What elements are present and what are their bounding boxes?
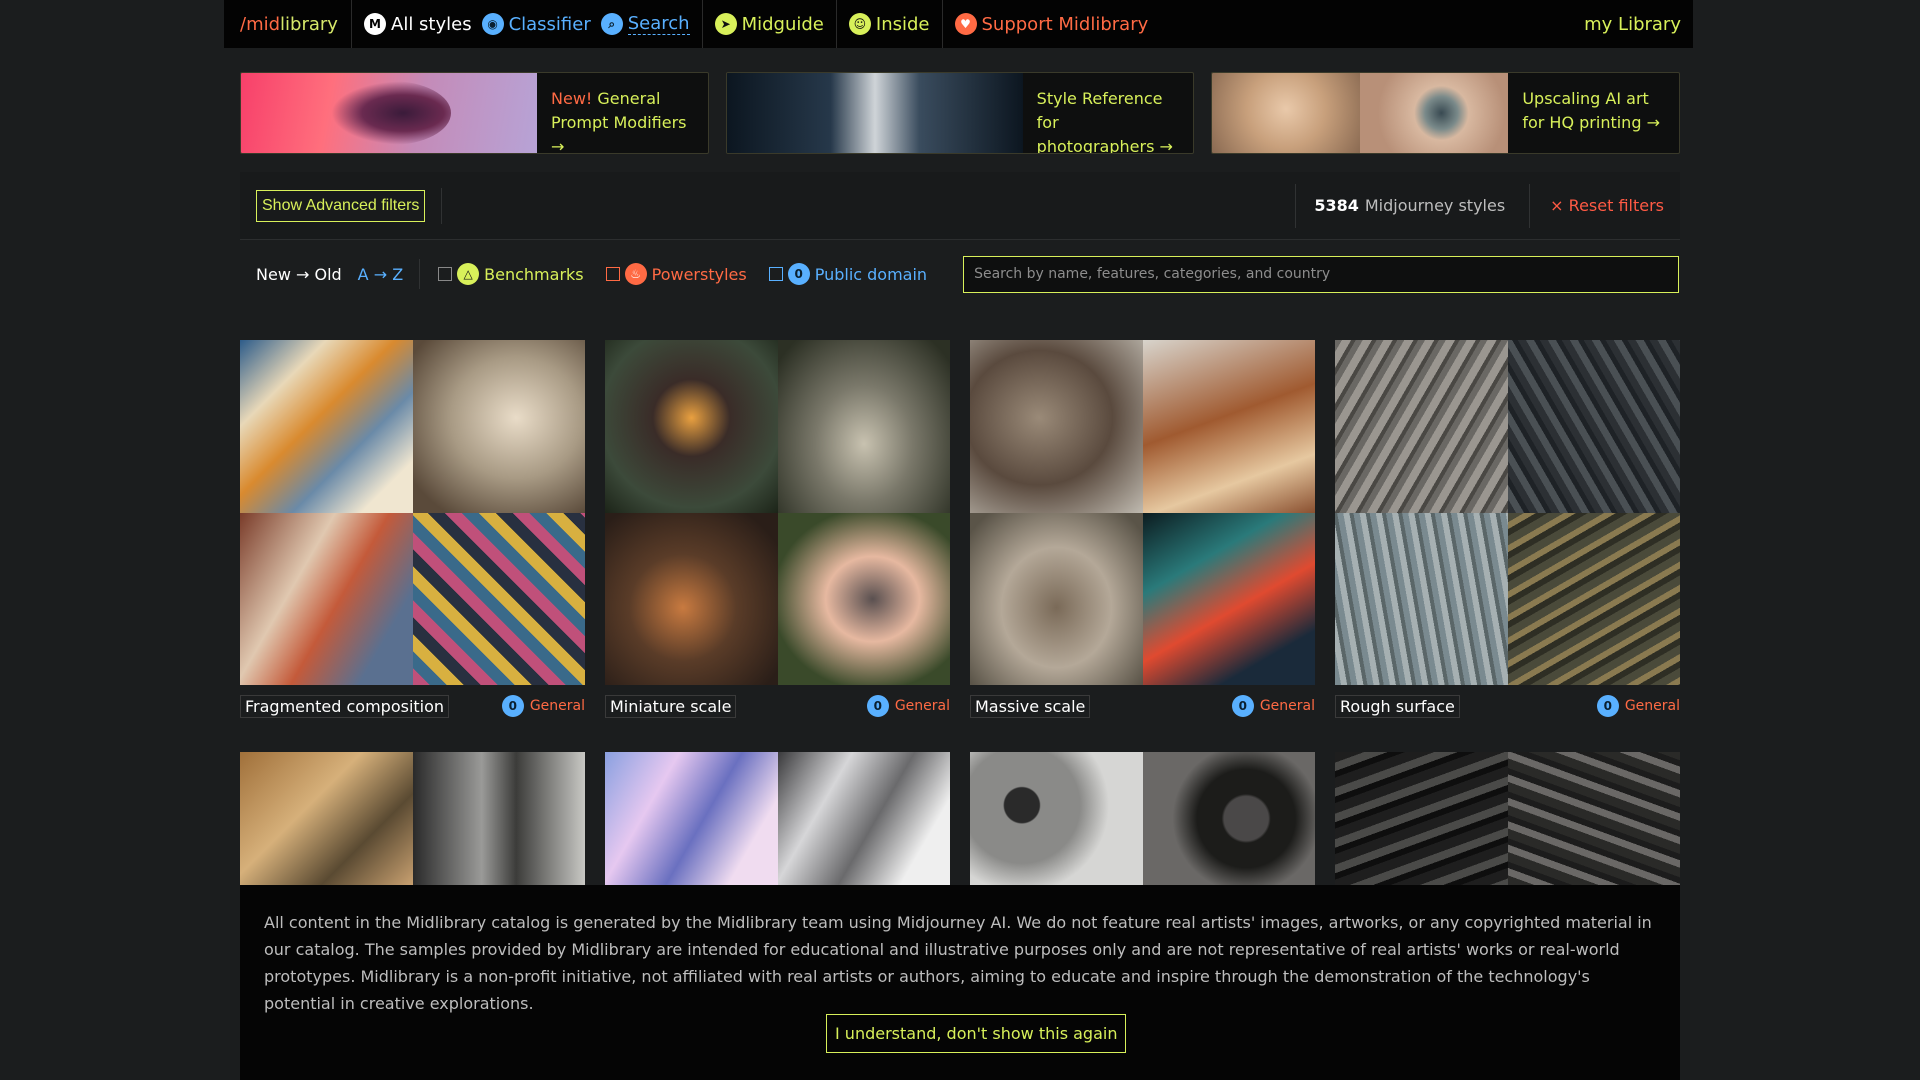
nav-group-support: ♥ Support Midlibrary <box>943 0 1161 48</box>
promo-prompt-modifiers[interactable]: New! General Prompt Modifiers → <box>240 72 709 154</box>
style-thumbnail[interactable] <box>605 752 950 885</box>
midlibrary-icon: M <box>364 13 386 35</box>
disclaimer-text: All content in the Midlibrary catalog is… <box>264 913 1652 1013</box>
style-name[interactable]: Rough surface <box>1335 695 1460 718</box>
sort-new-old[interactable]: New → Old <box>256 265 342 284</box>
search-input[interactable] <box>963 255 1680 293</box>
nav-all-styles[interactable]: M All styles <box>364 13 472 35</box>
style-card[interactable]: Fragmented composition 0 General <box>240 340 585 752</box>
powerstyles-checkbox[interactable] <box>605 267 620 281</box>
styles-count: 5384 Midjourney styles <box>1295 183 1531 228</box>
style-thumbnail[interactable] <box>970 752 1315 885</box>
nav-support[interactable]: ♥ Support Midlibrary <box>954 13 1148 35</box>
style-category[interactable]: 0 General <box>501 695 585 717</box>
styles-grid: Fragmented composition 0 General Miniatur… <box>240 340 1680 885</box>
filter-bar: Show Advanced filters 5384 Midjourney st… <box>240 172 1680 240</box>
nav-search[interactable]: ⌕ Search <box>600 13 690 35</box>
divider <box>441 187 443 224</box>
public-domain-icon: 0 <box>866 695 889 717</box>
benchmark-icon: △ <box>457 263 480 285</box>
sort-bar: New → Old A → Z △ Benchmarks ♨ Powerstyl… <box>240 248 1680 300</box>
style-category[interactable]: 0 General <box>866 695 950 717</box>
style-card[interactable]: Miniature scale 0 General <box>605 340 950 752</box>
style-category[interactable]: 0 General <box>1231 695 1315 717</box>
style-thumbnail[interactable] <box>1335 340 1680 685</box>
reset-filters-link[interactable]: × Reset filters <box>1530 196 1664 215</box>
nav-group-inside: ☺ Inside <box>837 0 943 48</box>
promo-upscaling[interactable]: Upscaling AI art for HQ printing → <box>1211 72 1681 154</box>
style-thumbnail[interactable] <box>1335 752 1680 885</box>
public-domain-checkbox[interactable] <box>768 267 783 281</box>
compass-icon: ➤ <box>714 13 737 35</box>
my-library-link[interactable]: my Library <box>1584 14 1693 35</box>
dismiss-notice-button[interactable]: I understand, don't show this again <box>826 1014 1127 1053</box>
style-card[interactable] <box>1335 752 1680 885</box>
public-domain-icon: 0 <box>1231 695 1254 717</box>
style-card[interactable]: Massive scale 0 General <box>970 340 1315 752</box>
benchmarks-checkbox[interactable] <box>438 267 453 281</box>
style-thumbnail[interactable] <box>605 340 950 685</box>
disclaimer-notice: All content in the Midlibrary catalog is… <box>240 885 1680 1080</box>
nav-inside[interactable]: ☺ Inside <box>848 13 930 35</box>
public-domain-icon: 0 <box>787 263 810 285</box>
owl-icon: ☺ <box>848 13 871 35</box>
toggle-public-domain[interactable]: 0 Public domain <box>768 263 927 285</box>
toggle-benchmarks[interactable]: △ Benchmarks <box>438 263 584 285</box>
style-card[interactable] <box>605 752 950 885</box>
classifier-icon: ◉ <box>481 13 504 35</box>
promo-image <box>241 73 537 153</box>
promo-style-reference[interactable]: Style Reference for photographers → <box>725 72 1195 154</box>
style-name[interactable]: Miniature scale <box>605 695 737 718</box>
style-thumbnail[interactable] <box>970 340 1315 685</box>
divider <box>419 259 421 289</box>
sort-a-z[interactable]: A → Z <box>358 265 403 284</box>
style-name[interactable]: Fragmented composition <box>240 695 450 718</box>
public-domain-icon: 0 <box>501 695 524 717</box>
style-thumbnail[interactable] <box>240 752 585 885</box>
nav-group-catalog: M All styles ◉ Classifier ⌕ Search <box>352 0 703 48</box>
style-name[interactable]: Massive scale <box>970 695 1091 718</box>
search-icon: ⌕ <box>600 13 623 35</box>
style-card[interactable] <box>970 752 1315 885</box>
nav-classifier[interactable]: ◉ Classifier <box>481 13 591 35</box>
flame-icon: ♨ <box>624 263 647 285</box>
promo-image <box>1212 73 1509 153</box>
top-nav: / mid library M All styles ◉ Classifier ⌕ … <box>224 0 1693 48</box>
promo-row: New! General Prompt Modifiers → Style Re… <box>240 72 1681 154</box>
toggle-powerstyles[interactable]: ♨ Powerstyles <box>605 263 747 285</box>
style-thumbnail[interactable] <box>240 340 585 685</box>
nav-midguide[interactable]: ➤ Midguide <box>714 13 824 35</box>
site-logo[interactable]: / mid library <box>224 0 352 48</box>
style-card[interactable]: Rough surface 0 General <box>1335 340 1680 752</box>
public-domain-icon: 0 <box>1596 695 1619 717</box>
promo-image <box>726 73 1023 153</box>
style-category[interactable]: 0 General <box>1596 695 1680 717</box>
heart-icon: ♥ <box>954 13 977 35</box>
nav-group-midguide: ➤ Midguide <box>703 0 837 48</box>
style-card[interactable] <box>240 752 585 885</box>
show-advanced-filters-button[interactable]: Show Advanced filters <box>256 189 426 222</box>
